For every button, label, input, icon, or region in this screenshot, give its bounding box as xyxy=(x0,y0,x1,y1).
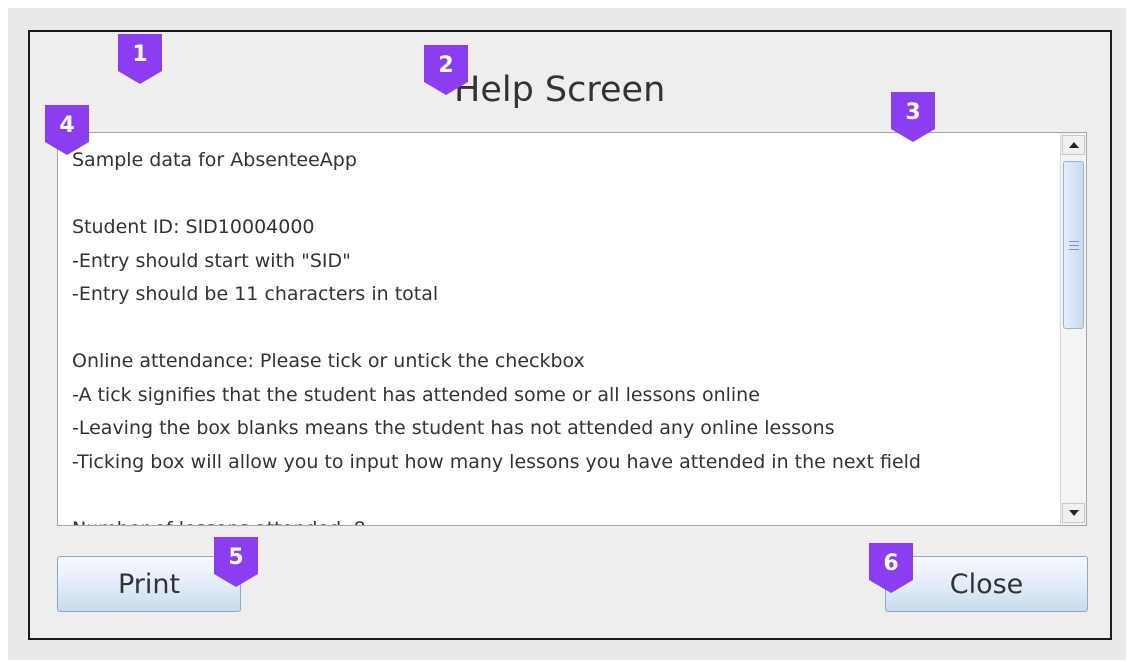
grip-icon xyxy=(1068,240,1079,250)
scroll-thumb[interactable] xyxy=(1063,161,1084,329)
print-button[interactable]: Print xyxy=(57,556,241,612)
scroll-down-button[interactable] xyxy=(1062,503,1085,523)
vertical-scrollbar[interactable] xyxy=(1060,133,1086,525)
help-text-content: Sample data for AbsenteeApp Student ID: … xyxy=(72,149,921,525)
help-text-area[interactable]: Sample data for AbsenteeApp Student ID: … xyxy=(57,132,1087,526)
arrow-up-icon xyxy=(1068,142,1079,148)
arrow-down-icon xyxy=(1068,510,1079,516)
close-button[interactable]: Close xyxy=(885,556,1088,612)
scroll-up-button[interactable] xyxy=(1062,135,1085,155)
window-title: Help Screen xyxy=(454,70,666,110)
